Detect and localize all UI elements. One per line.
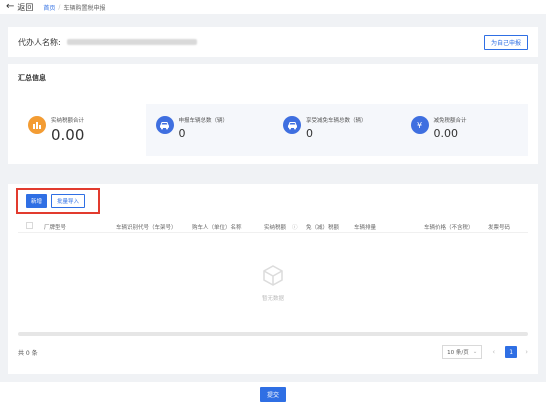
next-page-button[interactable]: › (525, 348, 528, 356)
back-button[interactable]: ← 返回 (6, 2, 33, 13)
empty-box-icon (263, 265, 283, 286)
summary-item-tax-paid: 实纳税额合计 0.00 (18, 104, 146, 156)
summary-label: 实纳税额合计 (51, 118, 85, 124)
back-label: 返回 (17, 2, 34, 12)
summary-title: 汇总信息 (18, 74, 46, 82)
car-icon (155, 116, 174, 134)
summary-value: 0.00 (433, 127, 459, 140)
column-header: 车辆排量 (354, 225, 377, 231)
chevron-down-icon: ⌄ (472, 349, 478, 355)
agent-name-redacted (66, 39, 197, 45)
action-button-group: 新增 批量导入 (16, 188, 100, 214)
table-header: 厂牌型号 车辆识别代号（车架号） 购车人（单位）名称 实纳税额 ⓘ 免（减）税额… (18, 219, 528, 233)
summary-item-discount-vehicles: 享受减免车辆总数（辆） 0 (273, 104, 401, 156)
page-size-select[interactable]: 10 条/页 ⌄ (442, 345, 483, 359)
summary-item-tax-reduction: ¥ 减免税额合计 0.00 (401, 104, 529, 156)
page-size-value: 10 条/页 (447, 350, 469, 356)
top-bar: ← 返回 首页 / 车辆购置税申报 (0, 0, 546, 14)
summary-value: 0.00 (51, 126, 85, 144)
vehicle-table-card: 新增 批量导入 厂牌型号 车辆识别代号（车架号） 购车人（单位）名称 实纳税额 … (8, 184, 538, 374)
summary-label: 享受减免车辆总数（辆） (306, 118, 367, 124)
select-all-checkbox[interactable] (26, 222, 33, 229)
yen-icon: ¥ (410, 116, 429, 134)
footer-bar: 提交 (0, 382, 546, 407)
summary-label: 申报车辆总数（辆） (178, 118, 229, 124)
agent-label: 代办人名称: (18, 37, 61, 47)
breadcrumb-current: 车辆购置税申报 (63, 4, 106, 12)
column-header: 厂牌型号 (44, 225, 67, 231)
bar-chart-icon (28, 116, 46, 134)
horizontal-scrollbar[interactable] (18, 332, 528, 336)
summary-card: 汇总信息 实纳税额合计 0.00 申报车辆总数（辆） 0 享受减免车辆总数（辆）… (8, 64, 538, 164)
agent-card: 代办人名称: 为自己申报 (8, 27, 538, 57)
column-header: 实纳税额 (264, 225, 287, 231)
summary-item-vehicles: 申报车辆总数（辆） 0 (146, 104, 274, 156)
total-count: 共 0 条 (18, 349, 38, 357)
column-header: 购车人（单位）名称 (192, 225, 242, 231)
add-button[interactable]: 新增 (26, 194, 48, 208)
column-header: 免（减）税额 (306, 225, 340, 231)
summary-label: 减免税额合计 (433, 118, 467, 124)
column-header: 车辆价格（不含税） (424, 225, 474, 231)
column-header: 发票号码 (488, 225, 511, 231)
breadcrumb-separator: / (58, 3, 61, 11)
current-page-button[interactable]: 1 (505, 346, 518, 358)
summary-box: 实纳税额合计 0.00 申报车辆总数（辆） 0 享受减免车辆总数（辆） 0 ¥ (18, 104, 528, 156)
breadcrumb: 首页 / 车辆购置税申报 (43, 3, 105, 12)
info-icon[interactable]: ⓘ (292, 223, 298, 231)
declare-self-button[interactable]: 为自己申报 (483, 34, 528, 50)
empty-text: 暂无数据 (261, 296, 284, 302)
submit-button[interactable]: 提交 (259, 387, 286, 402)
column-header: 车辆识别代号（车架号） (116, 225, 177, 231)
breadcrumb-home[interactable]: 首页 (43, 3, 55, 12)
empty-state: 暂无数据 (8, 264, 538, 302)
car-discount-icon (283, 116, 301, 134)
arrow-left-icon: ← (6, 1, 15, 12)
pagination: 共 0 条 10 条/页 ⌄ ‹ 1 › (18, 344, 528, 360)
summary-value: 0 (306, 127, 313, 140)
summary-value: 0 (178, 127, 186, 140)
prev-page-button[interactable]: ‹ (492, 348, 495, 356)
batch-import-button[interactable]: 批量导入 (51, 194, 86, 208)
